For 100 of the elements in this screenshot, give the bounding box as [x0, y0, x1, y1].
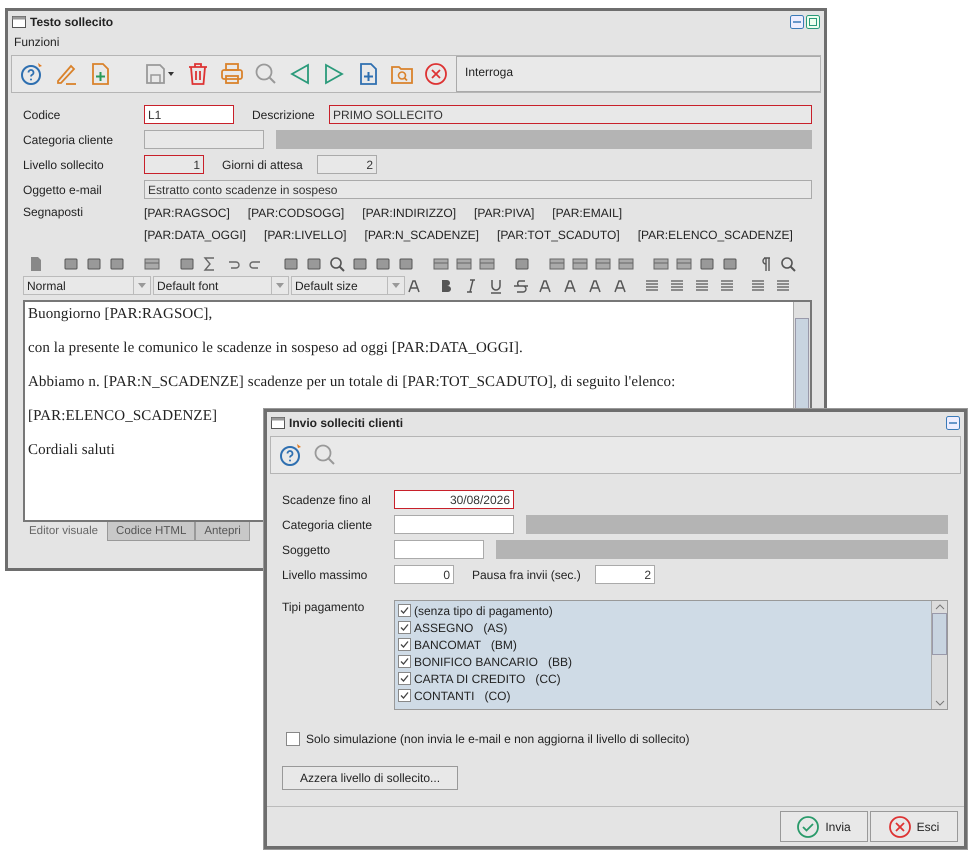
table-icon[interactable] — [595, 256, 611, 272]
print-icon[interactable] — [220, 62, 244, 86]
align-center-icon[interactable] — [669, 278, 685, 294]
grid-icon[interactable] — [676, 256, 692, 272]
dropdown-arrow-icon — [138, 283, 146, 288]
underline-icon[interactable] — [488, 278, 504, 294]
close-icon[interactable] — [424, 62, 448, 86]
next-icon[interactable] — [322, 62, 346, 86]
payment-type-label: CARTA DI CREDITO (CC) — [414, 672, 561, 686]
cancel-icon — [888, 816, 911, 838]
trash-icon[interactable] — [186, 62, 210, 86]
payment-type-label: BANCOMAT (BM) — [414, 638, 517, 652]
editor-paragraph: Abbiamo n. [PAR:N_SCADENZE] scadenze per un totale di [PAR:TOT_SCADUTO], di seguito l'elenco: — [28, 374, 676, 391]
description-field[interactable]: PRIMO SOLLECITO — [329, 105, 812, 124]
align-left-icon[interactable] — [644, 278, 660, 294]
table-icon[interactable] — [144, 256, 160, 272]
max-level-field[interactable]: 0 — [394, 565, 454, 584]
placeholder-tag[interactable]: [PAR:TOT_SCADUTO] — [496, 224, 620, 246]
find-icon[interactable] — [329, 256, 345, 272]
grid-icon[interactable] — [653, 256, 669, 272]
checkbox[interactable] — [398, 689, 411, 702]
payment-type-label: ASSEGNO (AS) — [414, 620, 508, 634]
table-icon[interactable] — [456, 256, 472, 272]
reset-level-button[interactable]: Azzera livello di sollecito... — [282, 766, 458, 790]
code-field[interactable]: L1 — [144, 105, 234, 124]
dropdown-arrow-icon — [276, 283, 284, 288]
check-icon — [797, 816, 820, 838]
checkbox-label: Solo simulazione (non invia le e-mail e non aggiorna il livello di sollecito) — [306, 732, 690, 746]
send-button[interactable]: Invia — [780, 811, 868, 842]
wait-days-field[interactable]: 2 — [317, 155, 377, 174]
checkbox[interactable] — [398, 621, 411, 634]
minimize-icon[interactable] — [790, 15, 804, 29]
strikethrough-icon[interactable] — [513, 278, 529, 294]
placeholder-tag[interactable]: [PAR:LIVELLO] — [264, 224, 347, 246]
font-size-dropdown[interactable]: Default size — [291, 276, 405, 295]
font-dropdown[interactable]: Default font — [153, 276, 289, 295]
paragraph-style-dropdown[interactable]: Normal — [23, 276, 151, 295]
placeholder-tag[interactable]: [PAR:DATA_OGGI] — [144, 224, 246, 246]
field-label: Tipi pagamento — [282, 600, 366, 614]
table-icon[interactable] — [433, 256, 449, 272]
checkbox[interactable] — [398, 655, 411, 668]
window-title: Invio solleciti clienti — [289, 416, 404, 430]
payment-type-label: BONIFICO BANCARIO (BB) — [414, 654, 572, 668]
field-label: Segnaposti — [23, 205, 84, 219]
pencil-icon[interactable] — [54, 62, 78, 86]
checkbox[interactable] — [398, 638, 411, 651]
window-icon — [271, 417, 285, 429]
menu-item[interactable]: Funzioni — [14, 35, 60, 49]
placeholder-tag[interactable]: [PAR:RAGSOC] — [144, 202, 230, 224]
table-icon[interactable] — [479, 256, 495, 272]
payment-type-list[interactable]: (senza tipo di pagamento) ASSEGNO (AS) BANCOMAT (BM) BONIFICO BANCARIO (BB) CARTA DI CREDITO (CC) CONTANTI (CO) — [394, 600, 948, 710]
table-icon[interactable] — [572, 256, 588, 272]
editor-tab[interactable]: Codice HTML — [107, 522, 196, 541]
placeholder-tag[interactable]: [PAR:EMAIL] — [552, 202, 622, 224]
status-text: Interroga — [465, 65, 514, 79]
table-icon[interactable] — [549, 256, 565, 272]
editor-tab[interactable]: Antepri — [195, 522, 250, 541]
field-label: Codice — [23, 108, 62, 122]
checkbox[interactable] — [286, 732, 300, 746]
checkbox[interactable] — [398, 672, 411, 685]
minimize-icon[interactable] — [946, 416, 960, 430]
previous-icon[interactable] — [288, 62, 312, 86]
payment-type-label: (senza tipo di pagamento) — [414, 604, 553, 618]
checkbox[interactable] — [398, 604, 411, 617]
field-label: Categoria cliente — [23, 132, 114, 146]
field-label: Categoria cliente — [282, 518, 374, 532]
level-field[interactable]: 1 — [144, 155, 204, 174]
dropdown-arrow-icon — [392, 283, 400, 288]
placeholder-tag[interactable]: [PAR:PIVA] — [474, 202, 534, 224]
help-icon[interactable] — [279, 443, 303, 467]
exit-button[interactable]: Esci — [870, 811, 958, 842]
placeholder-tag[interactable]: [PAR:ELENCO_SCADENZE] — [638, 224, 793, 246]
align-right-icon[interactable] — [694, 278, 710, 294]
search-icon[interactable] — [313, 443, 337, 467]
table-icon[interactable] — [618, 256, 634, 272]
category-field[interactable] — [394, 515, 514, 534]
save-icon[interactable] — [144, 62, 176, 86]
subject-field[interactable] — [394, 540, 484, 559]
field-label: Livello massimo — [282, 568, 368, 582]
field-label: Giorni di attesa — [222, 158, 304, 172]
category-field[interactable] — [144, 130, 264, 149]
field-label: Soggetto — [282, 542, 332, 556]
field-label: Oggetto e-mail — [23, 182, 103, 196]
placeholder-tag[interactable]: [PAR:N_SCADENZE] — [364, 224, 479, 246]
editor-paragraph: [PAR:ELENCO_SCADENZE] — [28, 408, 218, 425]
scrollbar[interactable] — [931, 601, 947, 709]
email-subject-field[interactable]: Estratto conto scadenze in sospeso — [144, 180, 812, 199]
pause-field[interactable]: 2 — [595, 565, 655, 584]
zoom-icon[interactable] — [780, 256, 796, 272]
field-label: Scadenze fino al — [282, 492, 372, 506]
date-field[interactable]: 30/08/2026 — [394, 490, 514, 509]
new-page-icon[interactable] — [28, 256, 44, 272]
placeholder-tag[interactable]: [PAR:INDIRIZZO] — [362, 202, 456, 224]
search-icon[interactable] — [254, 62, 278, 86]
editor-paragraph: con la presente le comunico le scadenze in sospeso ad oggi [PAR:DATA_OGGI]. — [28, 340, 523, 357]
help-icon[interactable] — [20, 62, 44, 86]
placeholder-tag[interactable]: [PAR:CODSOGG] — [248, 202, 344, 224]
justify-icon[interactable] — [719, 278, 735, 294]
field-label: Pausa fra invii (sec.) — [472, 568, 582, 582]
maximize-icon[interactable] — [806, 15, 820, 29]
